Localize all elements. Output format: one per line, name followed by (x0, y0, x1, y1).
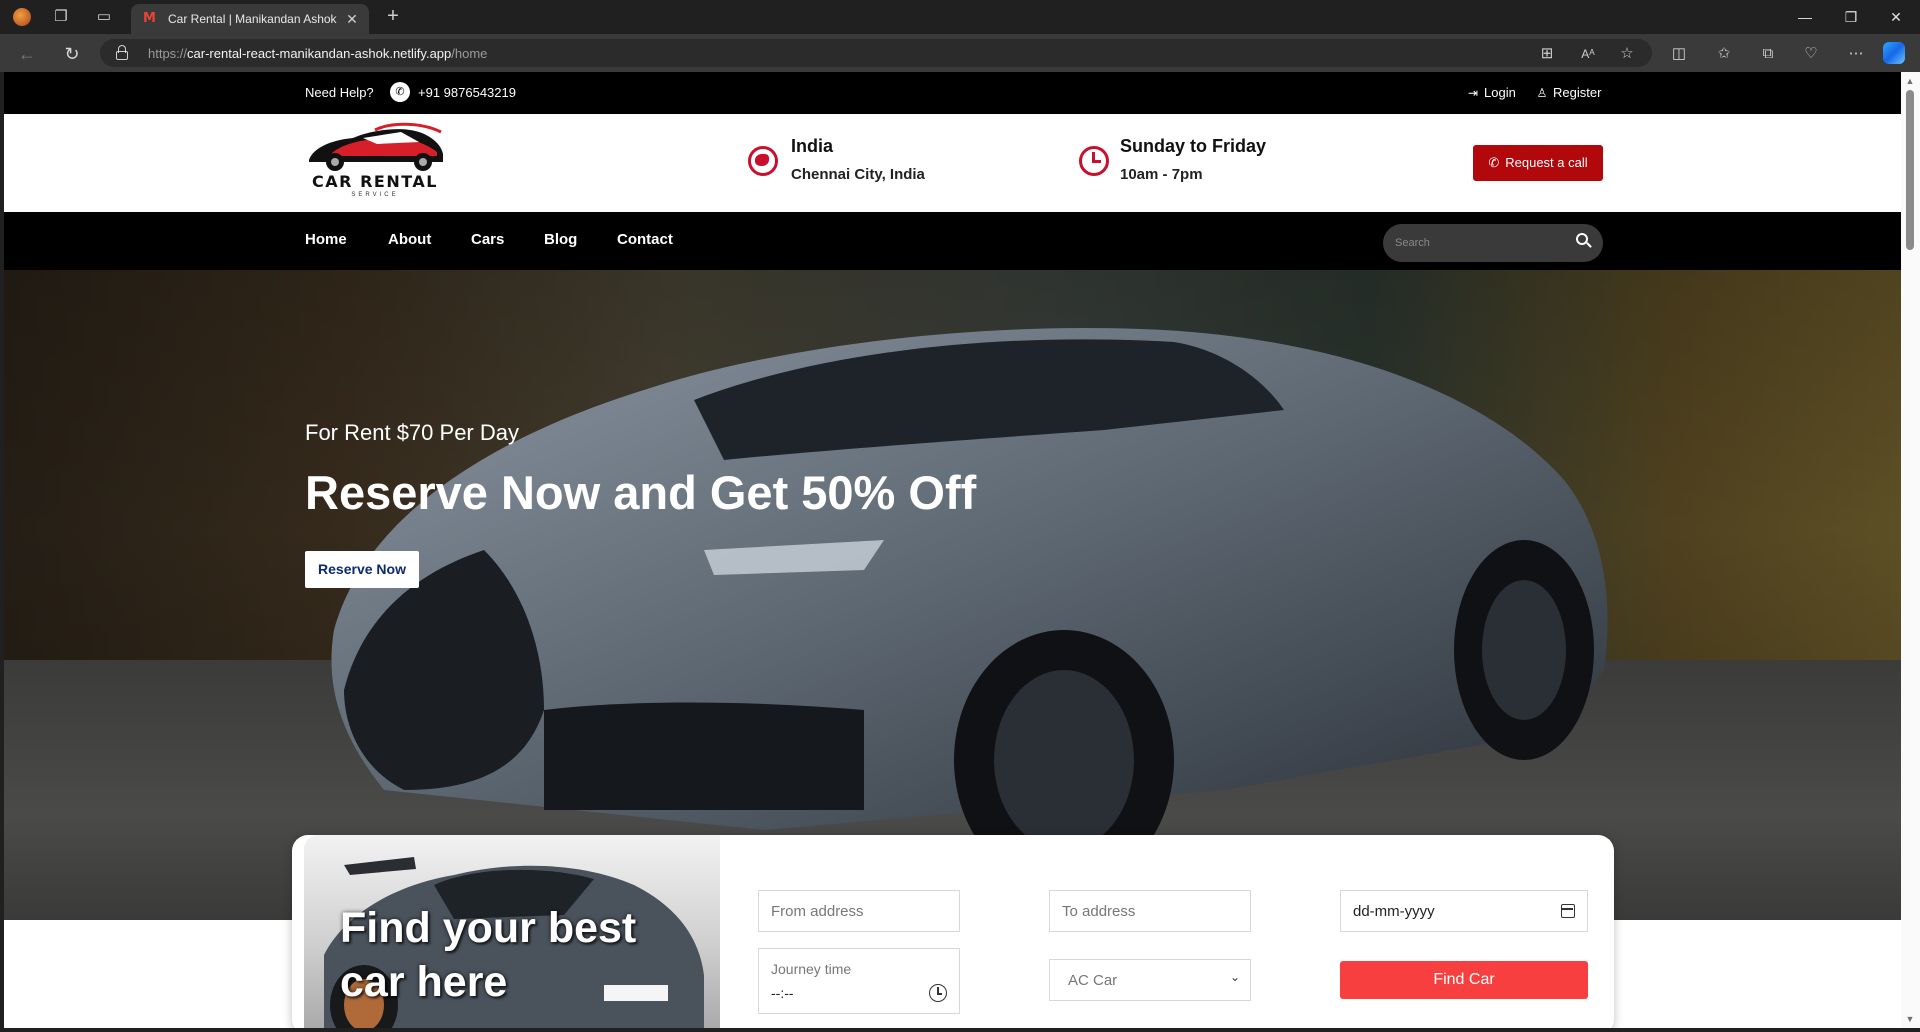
location-subtitle: Chennai City, India (791, 166, 925, 183)
main-nav: Home About Cars Blog Contact Search (4, 212, 1901, 270)
phone-icon: ✆ (390, 82, 410, 102)
login-link[interactable]: ⇥ Login (1466, 85, 1516, 100)
split-screen-icon[interactable]: ◫ (1669, 44, 1689, 64)
new-tab-plus-icon[interactable]: + (381, 5, 405, 29)
need-help-label: Need Help? (305, 85, 374, 100)
url-field[interactable]: https://car-rental-react-manikandan-asho… (100, 39, 1652, 67)
search-input[interactable]: Search (1383, 224, 1603, 262)
tab-title: Car Rental | Manikandan Ashok (168, 12, 337, 26)
register-link[interactable]: ♙ Register (1535, 85, 1602, 100)
register-label: Register (1553, 85, 1602, 100)
refresh-icon[interactable]: ↻ (61, 43, 83, 65)
to-address-placeholder: To address (1062, 903, 1136, 920)
hero-banner: For Rent $70 Per Day Reserve Now and Get… (4, 270, 1901, 920)
calendar-icon[interactable] (1561, 904, 1575, 918)
hero-title: Reserve Now and Get 50% Off (305, 466, 977, 519)
more-menu-icon[interactable]: ⋯ (1846, 44, 1866, 64)
hero-subtitle: For Rent $70 Per Day (305, 420, 519, 445)
booking-card-image: Find your best car here (304, 835, 720, 1028)
booking-card: Find your best car here From address To a… (292, 835, 1614, 1028)
search-icon[interactable] (1575, 232, 1593, 250)
site-logo[interactable]: CAR RENTAL SERVICE (291, 118, 465, 202)
login-label: Login (1484, 85, 1516, 100)
reserve-now-button[interactable]: Reserve Now (305, 551, 419, 588)
copilot-icon[interactable] (1883, 42, 1905, 64)
browser-tab-strip: ❐ ▭ M Car Rental | Manikandan Ashok ✕ + … (0, 0, 1920, 34)
app-grid-icon[interactable]: ⊞ (1537, 44, 1557, 64)
url-text: https://car-rental-react-manikandan-asho… (148, 46, 487, 61)
search-placeholder: Search (1395, 237, 1430, 249)
back-arrow-icon[interactable]: ← (16, 43, 38, 65)
vertical-tabs-icon[interactable]: ▭ (94, 7, 114, 27)
url-path: /home (451, 46, 488, 61)
date-input[interactable]: dd-mm-yyyy (1340, 890, 1588, 932)
journey-time-label: Journey time (771, 961, 852, 977)
read-aloud-icon[interactable]: Aᴬ (1578, 44, 1598, 64)
scroll-up-icon[interactable]: ▲ (1905, 76, 1915, 86)
user-icon: ♙ (1536, 86, 1548, 100)
scroll-thumb[interactable] (1906, 90, 1914, 250)
login-icon: ⇥ (1467, 86, 1479, 100)
clock-small-icon[interactable] (929, 984, 947, 1002)
journey-time-input[interactable]: Journey time --:-- (758, 948, 960, 1014)
url-scheme: https:// (148, 46, 188, 61)
url-host: car-rental-react-manikandan-ashok.netlif… (187, 46, 452, 61)
nav-contact[interactable]: Contact (617, 231, 673, 248)
favorite-star-icon[interactable]: ☆ (1617, 44, 1637, 64)
nav-about[interactable]: About (388, 231, 431, 248)
to-address-input[interactable]: To address (1049, 890, 1251, 932)
journey-time-value: --:-- (771, 985, 794, 1001)
phone-small-icon: ✆ (1488, 155, 1500, 170)
site-header: CAR RENTAL SERVICE India Chennai City, I… (4, 114, 1901, 212)
hours-subtitle: 10am - 7pm (1120, 166, 1203, 183)
request-call-label: Request a call (1505, 155, 1588, 170)
tab-close-icon[interactable]: ✕ (343, 10, 361, 28)
request-call-button[interactable]: ✆ Request a call (1473, 145, 1603, 181)
nav-cars[interactable]: Cars (471, 231, 504, 248)
logo-text: CAR RENTAL (312, 172, 438, 191)
browser-tab-active[interactable]: M Car Rental | Manikandan Ashok ✕ (131, 4, 369, 34)
browser-essentials-icon[interactable]: ♡ (1801, 44, 1821, 64)
restore-icon[interactable]: ❐ (1839, 6, 1863, 28)
car-logo-icon (309, 122, 443, 171)
clock-icon (1079, 146, 1109, 176)
phone-number[interactable]: +91 9876543219 (418, 85, 516, 100)
collections-icon[interactable]: ⧉ (1758, 44, 1778, 64)
globe-icon (748, 146, 778, 176)
sports-car-illustration (331, 328, 1608, 890)
from-address-input[interactable]: From address (758, 890, 960, 932)
favorites-list-icon[interactable]: ✩ (1714, 44, 1734, 64)
booking-image-title: Find your best car here (340, 904, 637, 1006)
find-car-button[interactable]: Find Car (1340, 961, 1588, 999)
hours-title: Sunday to Friday (1120, 136, 1267, 156)
page-viewport: Need Help? ✆ +91 9876543219 ⇥ Login ♙ Regi… (4, 72, 1901, 1028)
profile-avatar-icon[interactable] (12, 7, 32, 27)
chevron-down-icon: ⌄ (1229, 970, 1240, 984)
location-title: India (791, 136, 834, 156)
window-close-icon[interactable]: ✕ (1884, 6, 1908, 28)
minimize-icon[interactable]: — (1793, 6, 1817, 28)
logo-subtext: SERVICE (351, 192, 399, 198)
top-info-strip: Need Help? ✆ +91 9876543219 ⇥ Login ♙ Regi… (4, 72, 1901, 114)
car-type-select[interactable]: AC Car ⌄ (1049, 959, 1251, 1001)
nav-home[interactable]: Home (305, 231, 347, 248)
workspaces-icon[interactable]: ❐ (51, 7, 71, 27)
site-favicon-icon: M (143, 11, 156, 26)
car-type-value: AC Car (1068, 972, 1118, 989)
lock-icon[interactable] (116, 45, 128, 60)
from-address-placeholder: From address (771, 903, 864, 920)
scroll-down-icon[interactable]: ▼ (1905, 1014, 1915, 1024)
date-value: dd-mm-yyyy (1353, 903, 1435, 920)
page-scrollbar[interactable]: ▲ ▼ (1901, 72, 1920, 1028)
address-bar-row: ← ↻ https://car-rental-react-manikandan-… (0, 34, 1920, 72)
nav-blog[interactable]: Blog (544, 231, 577, 248)
